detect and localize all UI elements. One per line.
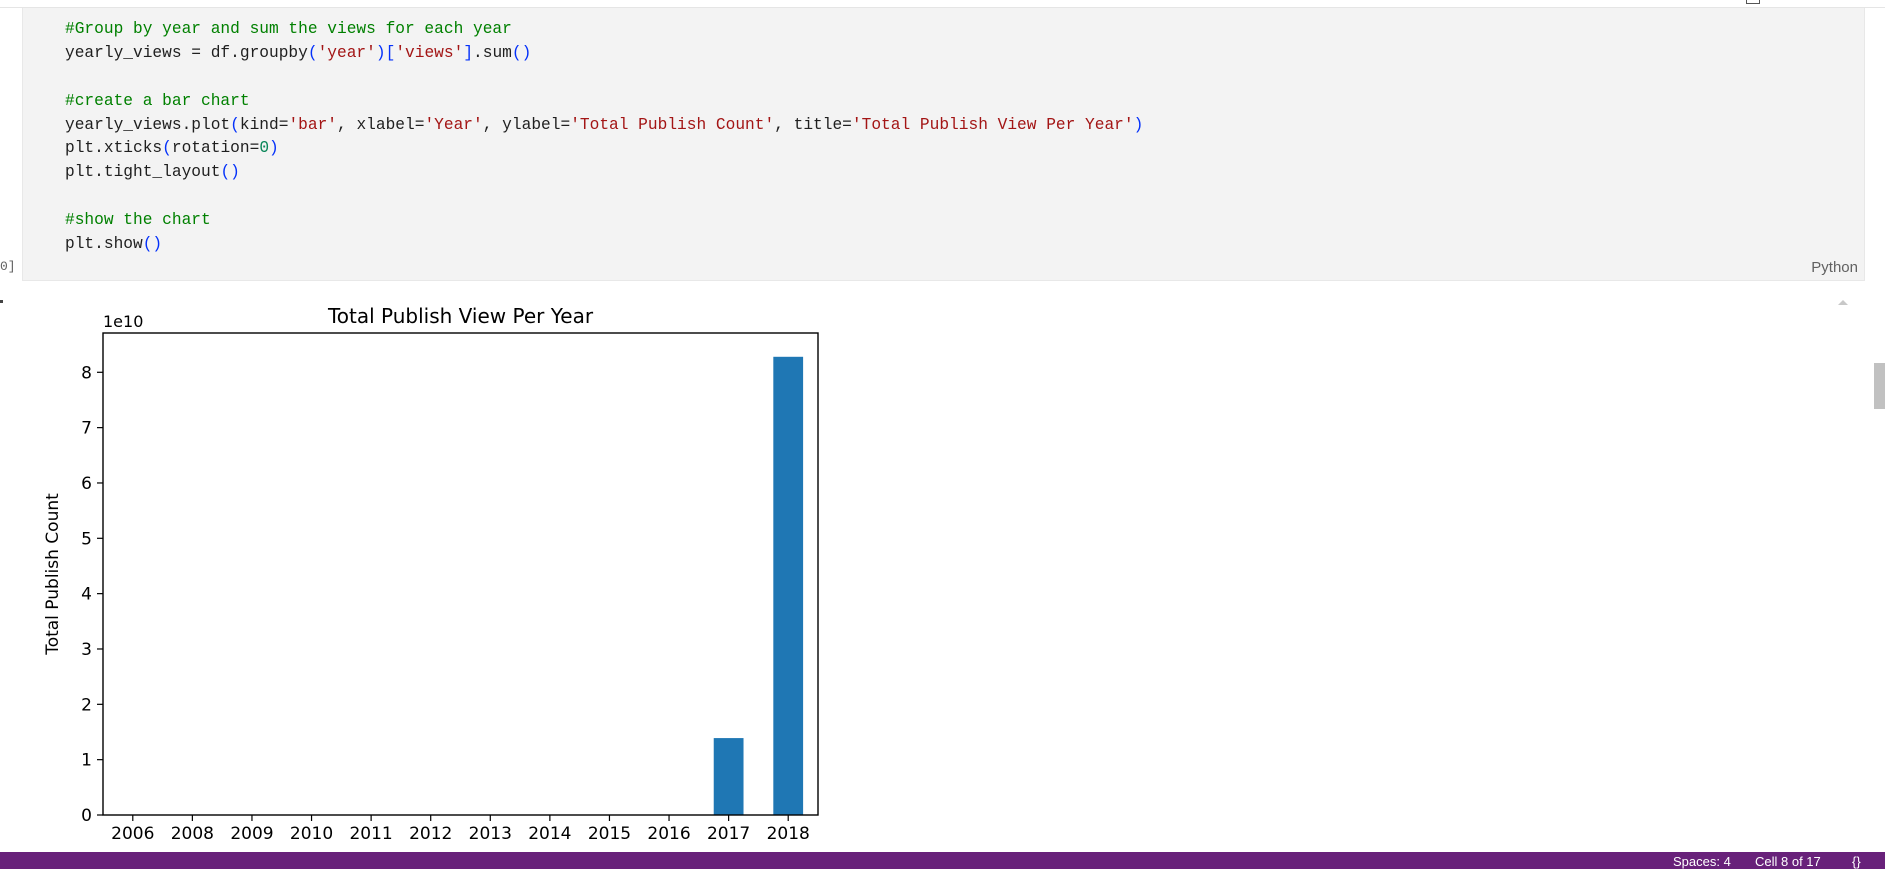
code-token: kind=	[239, 115, 289, 134]
bar-2018	[773, 356, 804, 815]
code-line[interactable]: plt.tight_layout()	[65, 161, 1143, 185]
code-token: ()	[220, 163, 240, 182]
code-token: )[	[375, 43, 396, 62]
code-token: ()	[511, 43, 532, 62]
code-token: 'bar'	[288, 115, 338, 134]
code-token: plt.show	[65, 235, 143, 254]
x-tick-label-2006: 2006	[111, 824, 154, 844]
top-cell-toolbar	[0, 0, 1885, 8]
y-tick-label-2: 2	[81, 695, 92, 715]
code-token: 0	[259, 139, 270, 158]
y-tick-label-0: 0	[81, 806, 92, 826]
code-line[interactable]: yearly_views.plot(kind='bar', xlabel='Ye…	[65, 114, 1143, 138]
status-bar: Spaces: 4 Cell 8 of 17 {}	[0, 852, 1885, 869]
status-cell-position[interactable]: Cell 8 of 17	[1755, 854, 1821, 869]
code-line[interactable]: plt.show()	[65, 233, 1143, 257]
code-token: , ylabel=	[482, 115, 571, 134]
code-token: plt.xticks	[65, 139, 163, 158]
x-tick-label-2016: 2016	[647, 824, 690, 844]
axis-offset-label: 1e10	[103, 312, 143, 331]
code-token: yearly_views = df.groupby	[65, 43, 308, 62]
x-tick-label-2011: 2011	[349, 824, 392, 844]
scroll-up-arrow-icon[interactable]	[1838, 300, 1848, 305]
code-token: , xlabel=	[337, 115, 425, 134]
bar-2017	[713, 738, 744, 815]
code-token: (	[307, 43, 318, 62]
bar-chart: Total Publish View Per Year 1e10 0 1 2 3 4 5 6 7 8…	[43, 304, 819, 855]
code-token: #show the chart	[65, 211, 211, 230]
y-tick-label-7: 7	[81, 419, 92, 439]
code-line[interactable]: yearly_views = df.groupby('year')['views…	[65, 42, 1143, 66]
execution-count: 0]	[0, 259, 16, 274]
x-tick-label-2010: 2010	[290, 824, 333, 844]
code-token: 'Year'	[424, 115, 483, 134]
code-editor[interactable]: #Group by year and sum the views for eac…	[65, 18, 1143, 257]
code-token: )	[269, 139, 279, 158]
code-line[interactable]: #create a bar chart	[65, 90, 1143, 114]
code-token: rotation=	[171, 139, 260, 158]
x-tick-label-2013: 2013	[469, 824, 512, 844]
code-token: 'views'	[395, 43, 464, 62]
y-tick-label-4: 4	[81, 585, 92, 605]
code-token: 'Total Publish View Per Year'	[851, 115, 1134, 134]
output-collapse-marker[interactable]	[0, 300, 3, 303]
cell-language-label[interactable]: Python	[1811, 259, 1858, 276]
y-axis-label: Total Publish Count	[43, 493, 63, 656]
code-token: (	[230, 115, 240, 134]
code-line[interactable]: #Group by year and sum the views for eac…	[65, 18, 1143, 42]
code-token: #Group by year and sum the views for eac…	[65, 20, 512, 38]
y-tick-label-1: 1	[81, 751, 92, 771]
code-token: yearly_views.plot	[65, 115, 231, 134]
code-cell[interactable]: #Group by year and sum the views for eac…	[22, 8, 1865, 281]
code-token: (	[162, 139, 172, 158]
code-token: #create a bar chart	[65, 91, 250, 110]
code-token: 'Total Publish Count'	[570, 115, 775, 134]
y-tick-label-6: 6	[81, 474, 92, 494]
code-line[interactable]: plt.xticks(rotation=0)	[65, 137, 1143, 161]
x-tick-label-2017: 2017	[707, 824, 750, 844]
y-tick-label-3: 3	[81, 640, 92, 660]
code-token: )	[1133, 115, 1144, 134]
y-tick-label-8: 8	[81, 363, 92, 383]
code-token: .sum	[473, 43, 512, 62]
y-tick-label-5: 5	[81, 529, 92, 549]
x-tick-label-2012: 2012	[409, 824, 452, 844]
code-line[interactable]: #show the chart	[65, 209, 1143, 233]
x-tick-label-2018: 2018	[767, 824, 810, 844]
status-braces-icon[interactable]: {}	[1852, 854, 1861, 869]
vertical-scrollbar-thumb[interactable]	[1874, 363, 1885, 409]
code-line[interactable]	[65, 66, 1143, 90]
chart-title: Total Publish View Per Year	[327, 304, 594, 328]
code-token: , title=	[774, 115, 852, 134]
code-line[interactable]	[65, 185, 1143, 209]
code-token: ()	[142, 235, 163, 254]
x-tick-label-2008: 2008	[171, 824, 214, 844]
plot-frame	[102, 332, 819, 816]
cell-toolbar-icon[interactable]	[1746, 0, 1760, 4]
code-token: 'year'	[317, 43, 376, 62]
x-tick-label-2009: 2009	[230, 824, 273, 844]
status-indentation[interactable]: Spaces: 4	[1673, 854, 1731, 869]
x-tick-label-2014: 2014	[528, 824, 571, 844]
x-tick-label-2015: 2015	[588, 824, 631, 844]
code-token: ]	[463, 43, 474, 62]
code-token: plt.tight_layout	[65, 163, 221, 182]
